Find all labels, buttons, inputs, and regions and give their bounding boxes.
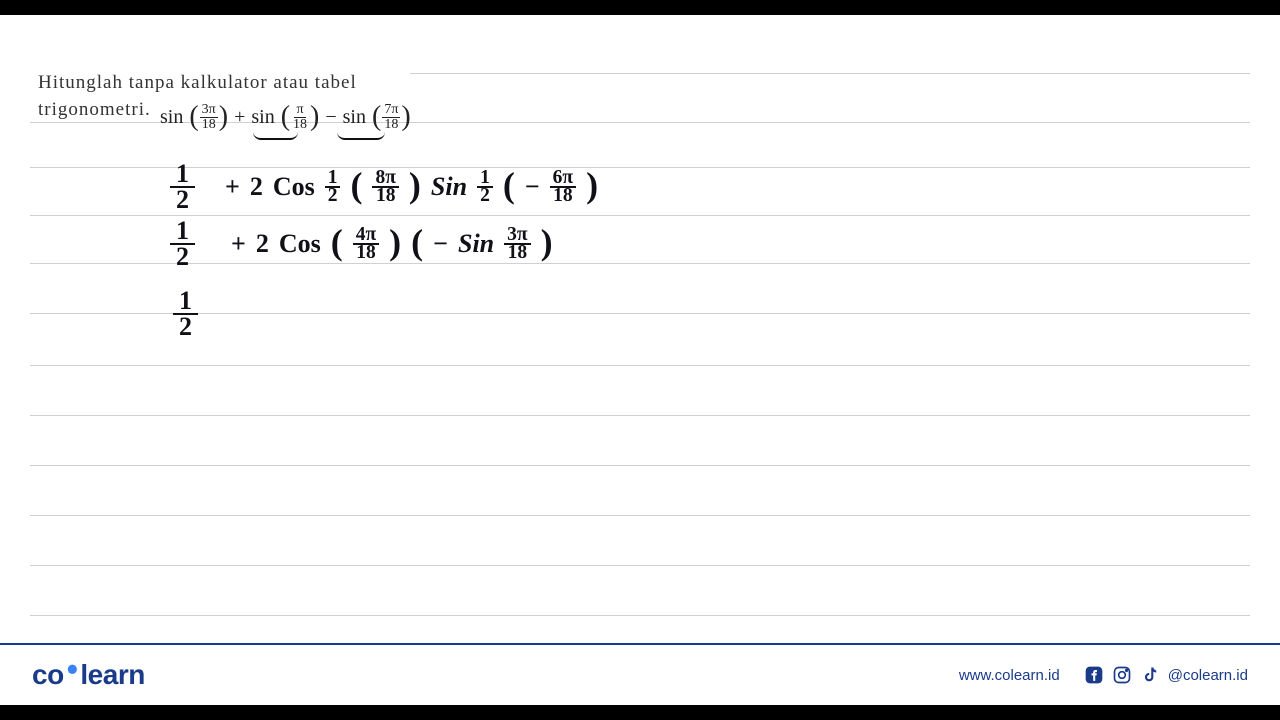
- underline-mark-2: [337, 132, 385, 140]
- minus-sign: −: [325, 106, 336, 129]
- sin-fn-1: sin: [160, 106, 183, 129]
- logo-learn: learn: [80, 659, 144, 691]
- term2: ( π18 ): [281, 103, 320, 132]
- tiktok-icon: [1140, 665, 1160, 685]
- instagram-icon: [1112, 665, 1132, 685]
- term1: ( 3π18 ): [189, 103, 228, 132]
- underline-mark-1: [253, 132, 298, 140]
- plus-sign: +: [234, 106, 245, 129]
- footer: co • learn www.colearn.id @colearn.id: [0, 643, 1280, 705]
- problem-line1: Hitunglah tanpa kalkulator atau tabel: [38, 72, 357, 93]
- social-icons: @colearn.id: [1084, 665, 1248, 685]
- footer-url: www.colearn.id: [959, 667, 1060, 684]
- handwriting-row-1: 12 + 2 Cos 12 ( 8π18 ) Sin 12 ( − 6π18 ): [170, 163, 598, 211]
- term3: ( 7π18 ): [372, 103, 411, 132]
- handwriting-row-2: 12 + 2 Cos ( 4π18 ) ( − Sin 3π18 ): [170, 220, 553, 268]
- sin-fn-3: sin: [343, 106, 366, 129]
- footer-handle: @colearn.id: [1168, 667, 1248, 684]
- footer-right: www.colearn.id @colearn.id: [959, 665, 1248, 685]
- page-container: Hitunglah tanpa kalkulator atau tabel tr…: [0, 15, 1280, 705]
- sin-fn-2: sin: [251, 106, 274, 129]
- logo-co: co: [32, 659, 64, 691]
- printed-formula: sin ( 3π18 ) + sin ( π18 ) − sin ( 7π18 …: [160, 103, 411, 132]
- facebook-icon: [1084, 665, 1104, 685]
- problem-line2: trigonometri.: [38, 99, 151, 120]
- brand-logo: co • learn: [32, 659, 145, 691]
- handwriting-row-3: 12: [173, 290, 198, 338]
